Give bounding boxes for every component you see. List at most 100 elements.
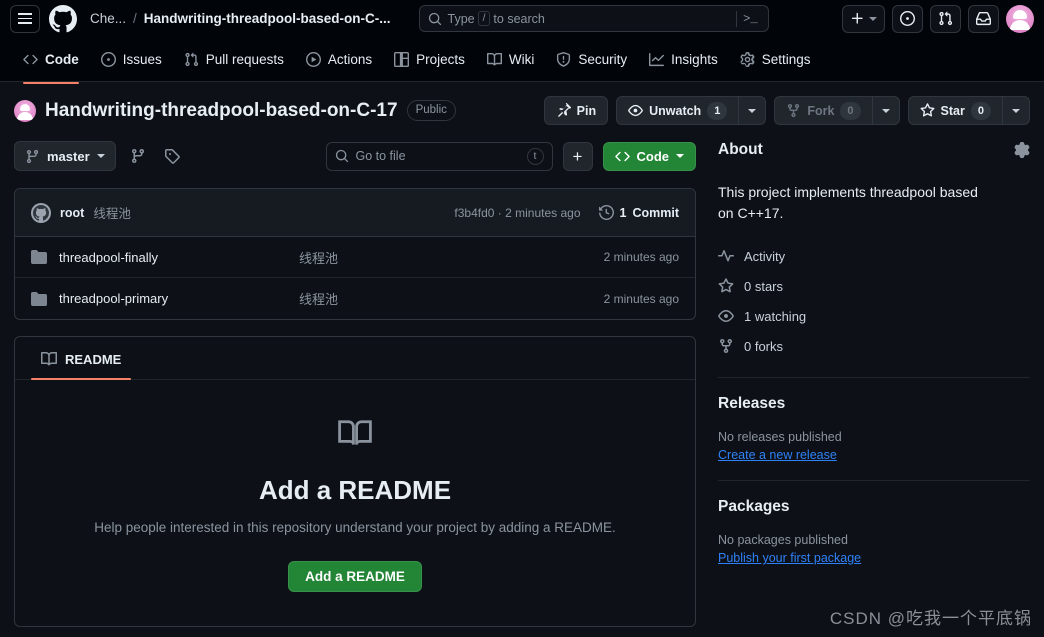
commit-message[interactable]: 线程池 bbox=[93, 203, 131, 222]
tab-security[interactable]: Security bbox=[547, 47, 636, 72]
commit-hash-time[interactable]: f3b4fd0 · 2 minutes ago bbox=[454, 206, 580, 220]
fork-dropdown-button[interactable] bbox=[871, 96, 900, 125]
activity-link[interactable]: Activity bbox=[718, 241, 1030, 271]
table-row[interactable]: threadpool-primary 线程池 2 minutes ago bbox=[15, 278, 695, 319]
commit-count-label: Commit bbox=[632, 205, 679, 220]
readme-empty-title: Add a README bbox=[258, 475, 452, 505]
watch-split-button: Unwatch 1 bbox=[616, 96, 767, 125]
fork-count: 0 bbox=[840, 101, 861, 120]
branch-selector[interactable]: master bbox=[14, 141, 116, 171]
about-header: About bbox=[718, 141, 1030, 159]
commit-author[interactable]: root bbox=[60, 206, 84, 220]
file-commit-message[interactable]: 线程池 bbox=[299, 289, 604, 308]
pin-button-label: Pin bbox=[576, 103, 597, 118]
star-button[interactable]: Star 0 bbox=[907, 96, 1002, 125]
repository-nav: Code Issues Pull requests Actions Projec… bbox=[0, 37, 1044, 84]
watch-count: 1 bbox=[707, 101, 728, 120]
tag-icon[interactable] bbox=[160, 144, 184, 168]
forks-link[interactable]: 0 forks bbox=[718, 331, 1030, 361]
github-logo-icon[interactable] bbox=[48, 4, 78, 34]
search-placeholder: Type / to search bbox=[448, 11, 731, 26]
fork-button[interactable]: Fork 0 bbox=[774, 96, 872, 125]
chevron-down-icon bbox=[676, 154, 684, 158]
readme-empty-subtitle: Help people interested in this repositor… bbox=[94, 520, 616, 535]
header-actions bbox=[842, 4, 1034, 33]
tab-insights[interactable]: Insights bbox=[640, 47, 727, 72]
tab-readme[interactable]: README bbox=[31, 345, 132, 380]
tab-security-label: Security bbox=[578, 51, 628, 67]
add-file-button[interactable]: + bbox=[562, 141, 593, 171]
commit-author-avatar[interactable] bbox=[31, 202, 51, 223]
about-description: This project implements threadpool based… bbox=[718, 184, 978, 221]
file-commit-time: 2 minutes ago bbox=[603, 250, 679, 264]
repository-title-group: Handwriting-threadpool-based-on-C-17 Pub… bbox=[14, 99, 456, 122]
slash-key-hint: / bbox=[477, 11, 491, 26]
repository-header: Handwriting-threadpool-based-on-C-17 Pub… bbox=[0, 82, 1044, 125]
global-header: Che... / Handwriting-threadpool-based-on… bbox=[0, 0, 1044, 37]
page-title[interactable]: Handwriting-threadpool-based-on-C-17 bbox=[45, 100, 398, 122]
divider bbox=[718, 480, 1030, 481]
activity-label: Activity bbox=[744, 248, 786, 264]
tab-pull-requests[interactable]: Pull requests bbox=[175, 47, 293, 72]
add-readme-button[interactable]: Add a README bbox=[288, 561, 422, 592]
commit-meta: f3b4fd0 · 2 minutes ago 1 Commit bbox=[454, 205, 679, 220]
tab-code[interactable]: Code bbox=[14, 47, 88, 84]
pin-button[interactable]: Pin bbox=[543, 96, 609, 125]
branches-icon[interactable] bbox=[126, 144, 150, 168]
file-table: root 线程池 f3b4fd0 · 2 minutes ago 1 Commi… bbox=[14, 188, 696, 320]
breadcrumb-repo[interactable]: Handwriting-threadpool-based-on-C-... bbox=[144, 11, 391, 26]
terminal-icon[interactable]: >_ bbox=[743, 12, 759, 26]
tab-issues[interactable]: Issues bbox=[92, 47, 171, 72]
go-to-file-placeholder: Go to file bbox=[355, 149, 406, 163]
search-icon bbox=[428, 12, 442, 26]
packages-title[interactable]: Packages bbox=[718, 498, 1030, 516]
publish-package-link[interactable]: Publish your first package bbox=[718, 551, 861, 565]
about-stats: Activity 0 stars 1 watching 0 forks bbox=[718, 241, 1030, 361]
file-commit-message[interactable]: 线程池 bbox=[299, 248, 604, 267]
breadcrumb-owner[interactable]: Che... bbox=[90, 11, 126, 26]
tab-settings[interactable]: Settings bbox=[731, 47, 820, 72]
create-release-link[interactable]: Create a new release bbox=[718, 448, 837, 462]
releases-title[interactable]: Releases bbox=[718, 395, 1030, 413]
status-badge: Public bbox=[406, 100, 456, 121]
tab-code-label: Code bbox=[45, 51, 79, 67]
commit-count-value: 1 bbox=[619, 205, 627, 220]
file-name[interactable]: threadpool-primary bbox=[59, 291, 299, 306]
tab-projects-label: Projects bbox=[416, 51, 465, 67]
chevron-down-icon bbox=[96, 154, 105, 158]
chevron-down-icon bbox=[869, 16, 877, 21]
tab-projects[interactable]: Projects bbox=[385, 47, 474, 72]
search-input[interactable]: Type / to search >_ bbox=[418, 5, 769, 32]
about-title: About bbox=[718, 141, 763, 158]
create-new-button[interactable] bbox=[842, 4, 885, 33]
code-button[interactable]: Code bbox=[602, 141, 696, 171]
star-dropdown-button[interactable] bbox=[1002, 96, 1030, 125]
search-placeholder-head: Type bbox=[447, 11, 475, 26]
avatar[interactable] bbox=[1006, 4, 1034, 33]
file-name[interactable]: threadpool-finally bbox=[59, 250, 299, 265]
star-count: 0 bbox=[970, 101, 991, 120]
unwatch-button[interactable]: Unwatch 1 bbox=[616, 96, 739, 125]
commit-count-link[interactable]: 1 Commit bbox=[598, 205, 679, 220]
notifications-inbox-button[interactable] bbox=[968, 4, 999, 33]
unwatch-button-label: Unwatch bbox=[649, 103, 702, 118]
hamburger-icon[interactable] bbox=[10, 4, 40, 33]
packages-empty: No packages published bbox=[718, 533, 848, 547]
breadcrumb: Che... / Handwriting-threadpool-based-on… bbox=[90, 11, 391, 26]
stars-link[interactable]: 0 stars bbox=[718, 271, 1030, 301]
star-button-label: Star bbox=[940, 103, 965, 118]
pull-requests-button[interactable] bbox=[930, 4, 961, 33]
go-to-file-input[interactable]: Go to file t bbox=[325, 141, 553, 171]
gear-icon[interactable] bbox=[1014, 142, 1030, 158]
watching-label: 1 watching bbox=[744, 308, 807, 324]
issues-button[interactable] bbox=[892, 4, 923, 33]
tab-wiki[interactable]: Wiki bbox=[478, 47, 544, 72]
tab-actions[interactable]: Actions bbox=[297, 47, 381, 72]
watching-link[interactable]: 1 watching bbox=[718, 301, 1030, 331]
search-placeholder-tail: to search bbox=[493, 11, 545, 26]
table-row[interactable]: threadpool-finally 线程池 2 minutes ago bbox=[15, 237, 695, 278]
tab-wiki-label: Wiki bbox=[508, 51, 535, 67]
divider bbox=[718, 377, 1030, 378]
owner-avatar[interactable] bbox=[14, 99, 36, 122]
watch-dropdown-button[interactable] bbox=[738, 96, 767, 125]
